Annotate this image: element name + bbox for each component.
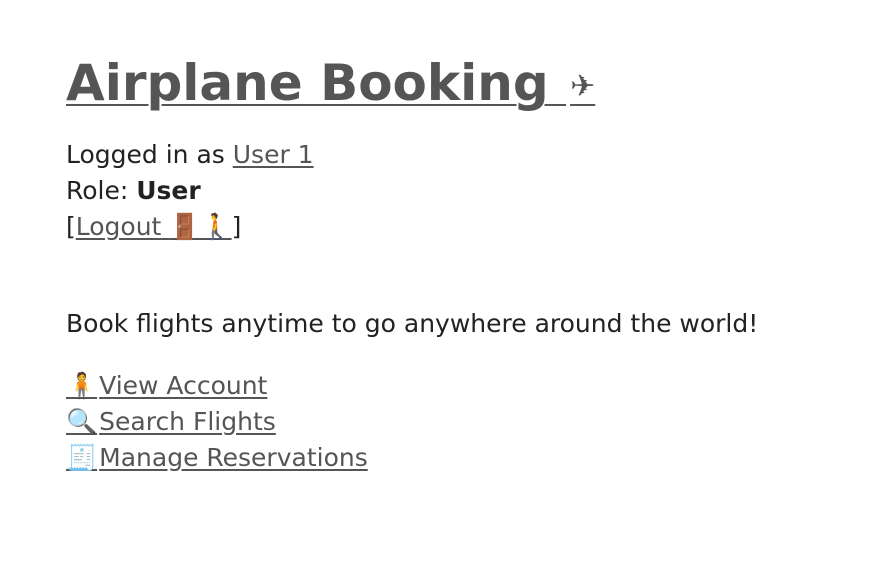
page-title: Airplane Booking <box>66 54 549 112</box>
logout-line: [Logout 🚪🚶] <box>66 209 314 245</box>
view-account-link[interactable]: 🧍View Account <box>66 368 267 404</box>
role-prefix: Role: <box>66 176 137 205</box>
person-icon: 🧍 <box>66 371 98 400</box>
role-line: Role: User <box>66 173 314 209</box>
tagline: Book flights anytime to go anywhere arou… <box>66 309 759 338</box>
door-walking-icon: 🚪🚶 <box>169 212 232 241</box>
logged-in-prefix: Logged in as <box>66 140 233 169</box>
logout-label: Logout <box>75 212 162 241</box>
receipt-icon: 🧾 <box>66 443 98 472</box>
logout-open-bracket: [ <box>66 212 76 241</box>
view-account-label: View Account <box>99 371 268 400</box>
main-nav: 🧍View Account 🔍Search Flights 🧾Manage Re… <box>66 368 368 476</box>
page: Airplane Booking ✈ Logged in as User 1 R… <box>0 0 876 582</box>
session-info: Logged in as User 1 Role: User [Logout 🚪… <box>66 137 314 245</box>
manage-reservations-link[interactable]: 🧾Manage Reservations <box>66 440 368 476</box>
logout-close-bracket: ] <box>231 212 242 241</box>
page-title-link[interactable]: Airplane Booking ✈ <box>66 52 595 118</box>
search-flights-label: Search Flights <box>99 407 276 436</box>
airplane-icon: ✈ <box>570 68 596 104</box>
logged-in-line: Logged in as User 1 <box>66 137 314 173</box>
username-link[interactable]: User 1 <box>233 140 314 169</box>
role-value: User <box>136 176 201 205</box>
logout-link[interactable]: Logout 🚪🚶 <box>76 212 232 241</box>
search-flights-link[interactable]: 🔍Search Flights <box>66 404 276 440</box>
magnifier-icon: 🔍 <box>66 407 98 436</box>
manage-reservations-label: Manage Reservations <box>99 443 368 472</box>
